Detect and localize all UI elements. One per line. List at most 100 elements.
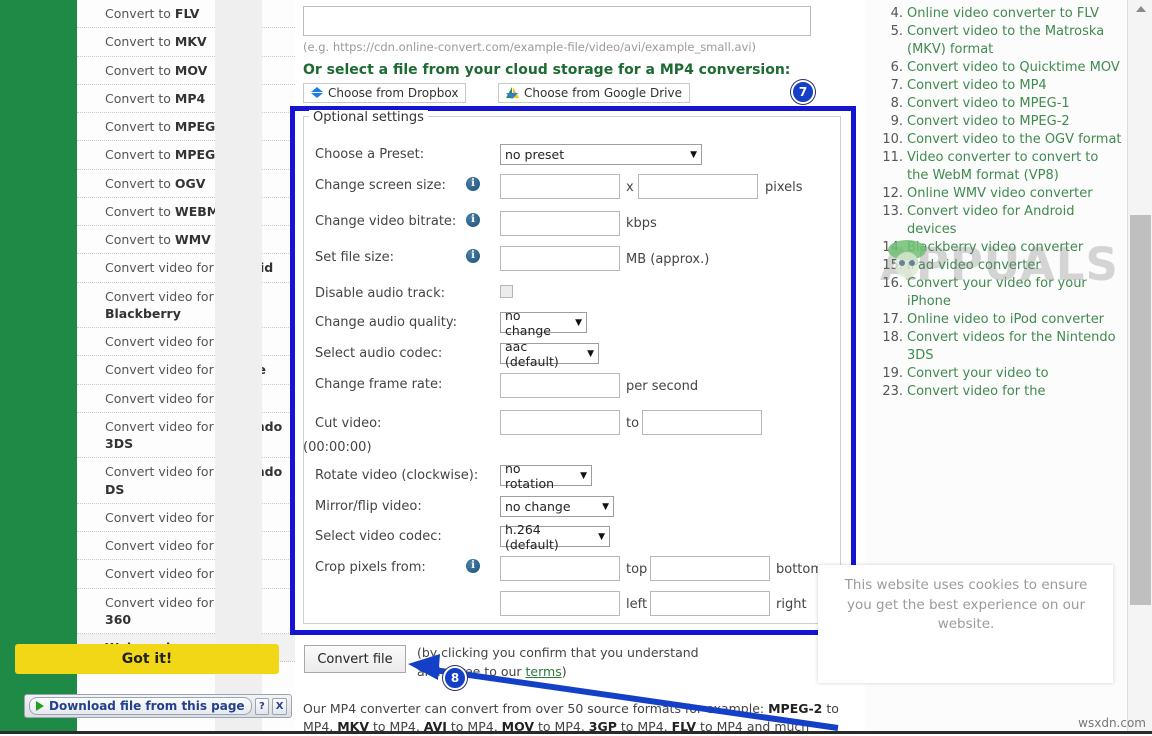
sidebar-item-prefix: Convert to <box>105 232 175 247</box>
related-converter-item[interactable]: 17. Online video to iPod converter <box>882 311 1122 329</box>
choose-from-google-drive-button[interactable]: Choose from Google Drive <box>498 83 690 103</box>
sidebar-item-prefix: Convert video for <box>105 538 218 553</box>
sidebar-item-prefix: Convert to <box>105 90 175 106</box>
rotate-select[interactable]: no rotation ▼ <box>500 461 592 491</box>
sidebar-item-format: FLV <box>174 6 200 21</box>
sidebar-item[interactable]: Convert to MPEG-1 <box>77 113 295 142</box>
cut-from-input[interactable] <box>500 410 620 435</box>
sidebar-item-prefix: Convert to <box>105 6 175 21</box>
sidebar-item[interactable]: Convert to OGV <box>77 170 295 198</box>
bitrate-input[interactable] <box>500 211 620 236</box>
sidebar-item[interactable]: Convert video for Wii <box>77 560 295 589</box>
terms-link[interactable]: terms <box>526 664 562 679</box>
list-item-label: Convert video for Android devices <box>907 204 1075 237</box>
sidebar-item[interactable]: Convert video for Android <box>77 254 295 283</box>
mirror-select[interactable]: no change ▼ <box>500 496 614 517</box>
step-badge-8: 8 <box>443 666 467 690</box>
related-converter-item[interactable]: 12. Online WMV video converter <box>882 185 1122 203</box>
help-icon[interactable]: ? <box>254 697 270 715</box>
sidebar-item[interactable]: Convert to WMV <box>77 226 295 255</box>
url-input[interactable] <box>303 6 811 36</box>
sidebar-item[interactable]: Convert to FLV <box>77 0 295 29</box>
choose-from-dropbox-button[interactable]: Choose from Dropbox <box>303 83 467 103</box>
list-item-label: Online WMV video converter <box>907 186 1093 201</box>
scrollbar-thumb[interactable] <box>1130 215 1151 605</box>
crop-right-input[interactable] <box>650 591 770 616</box>
convert-file-label: Convert file <box>317 651 393 667</box>
cookie-consent-banner: This website uses cookies to ensure you … <box>818 565 1113 683</box>
filesize-input[interactable] <box>500 246 620 271</box>
screen-width-input[interactable] <box>500 174 620 199</box>
sidebar-item[interactable]: Convert to WEBM <box>77 198 295 226</box>
page-scrollbar[interactable] <box>1127 0 1152 734</box>
sidebar-item-format: WMV <box>174 232 211 247</box>
sidebar-item[interactable]: Convert to MOV <box>77 57 295 85</box>
screen-height-input[interactable] <box>638 174 758 199</box>
sidebar-item[interactable]: Convert video for PS3 <box>77 504 295 532</box>
video-codec-select[interactable]: h.264 (default) ▼ <box>500 522 610 552</box>
info-icon-filesize[interactable]: i <box>466 249 480 263</box>
green-left-rail <box>0 0 77 734</box>
dropbox-button-label: Choose from Dropbox <box>328 86 459 100</box>
sidebar-item[interactable]: Convert video for XBOX 360 <box>77 589 295 634</box>
related-converter-item[interactable]: 10. Convert video to the OGV format <box>882 131 1122 149</box>
sidebar-item-prefix: Convert video for <box>105 509 218 525</box>
sidebar-item[interactable]: Convert video for iPhone <box>77 356 295 385</box>
sidebar-item[interactable]: Convert video for Blackberry <box>77 283 295 328</box>
sidebar-item-format: MKV <box>174 34 207 50</box>
sidebar-item[interactable]: Convert video for Nintendo DS <box>77 458 295 504</box>
sidebar-item[interactable]: Convert video for iPad <box>77 328 295 357</box>
disable-audio-checkbox[interactable] <box>500 285 513 298</box>
download-helper-bar[interactable]: Download file from this page ? X <box>24 694 292 718</box>
audio-codec-label: Select audio codec: <box>315 346 443 361</box>
audio-quality-select[interactable]: no change ▼ <box>500 308 587 338</box>
related-converter-item[interactable]: 6. Convert video to Quicktime MOV <box>891 59 1122 77</box>
crop-top-unit: top <box>626 562 648 577</box>
download-file-button[interactable]: Download file from this page <box>29 697 252 715</box>
list-item-label: Convert video to Quicktime MOV <box>907 60 1120 75</box>
info-icon-crop[interactable]: i <box>466 559 480 573</box>
sidebar-item[interactable]: Convert to MPEG-2 <box>77 141 295 170</box>
related-converter-item[interactable]: 11. Video converter to convert to the Web… <box>882 149 1122 185</box>
info-icon-screen-size[interactable]: i <box>466 177 480 191</box>
sidebar-item-prefix: Convert video for <box>105 594 218 610</box>
audio-codec-select[interactable]: aac (default) ▼ <box>500 339 599 369</box>
related-converter-item[interactable]: 13. Convert video for Android devices <box>882 203 1122 239</box>
sidebar-item-prefix: Convert video for <box>105 362 218 378</box>
video-codec-label: Select video codec: <box>315 529 442 544</box>
sidebar-item-prefix: Convert to <box>105 34 175 50</box>
related-converter-item[interactable]: 4. Online video converter to FLV <box>891 5 1122 23</box>
framerate-input[interactable] <box>500 373 620 398</box>
sidebar-item[interactable]: Convert video for Nintendo 3DS <box>77 413 295 459</box>
list-item-number: 12. <box>882 186 903 201</box>
related-converter-item[interactable]: 9. Convert video to MPEG-2 <box>891 113 1122 131</box>
sidebar-item-prefix: Convert video for <box>105 260 218 276</box>
sidebar-item[interactable]: Convert to MKV <box>77 28 295 57</box>
related-converter-item[interactable]: 5. Convert video to the Matroska (MKV) fo… <box>891 23 1122 59</box>
related-converter-item[interactable]: 19. Convert your video to <box>882 365 1122 383</box>
list-item-number: 18. <box>882 330 903 345</box>
confirm-post: ) <box>561 664 567 680</box>
preset-select[interactable]: no preset ▼ <box>500 144 702 165</box>
scroll-up-arrow-icon[interactable] <box>1128 0 1152 17</box>
list-item-label: Convert your video to <box>907 366 1049 381</box>
crop-bottom-input[interactable] <box>650 556 770 581</box>
related-converter-item[interactable]: 23. Convert video for the <box>882 383 1122 401</box>
sidebar-item[interactable]: Convert video for iPod <box>77 385 295 413</box>
crop-left-input[interactable] <box>500 591 620 616</box>
list-item-number: 4. <box>890 6 903 21</box>
cut-to-input[interactable] <box>642 410 762 435</box>
crop-top-input[interactable] <box>500 556 620 581</box>
related-converter-item[interactable]: 18. Convert videos for the Nintendo 3DS <box>882 329 1122 365</box>
sidebar-item[interactable]: Convert to MP4 <box>77 85 295 113</box>
screen-size-unit: pixels <box>765 180 803 195</box>
list-item-label: Online video converter to FLV <box>907 6 1100 21</box>
cookie-got-it-button[interactable]: Got it! <box>15 644 279 674</box>
info-icon-bitrate[interactable]: i <box>466 213 480 227</box>
convert-file-button[interactable]: Convert file <box>304 645 406 673</box>
sidebar-item[interactable]: Convert video for PSP <box>77 532 295 561</box>
related-converter-item[interactable]: 8. Convert video to MPEG-1 <box>891 95 1122 113</box>
close-icon[interactable]: X <box>272 697 287 715</box>
related-converters-list: 3.Online AVI video converter4.Online vid… <box>865 0 1122 401</box>
related-converter-item[interactable]: 7. Convert video to MP4 <box>891 77 1122 95</box>
